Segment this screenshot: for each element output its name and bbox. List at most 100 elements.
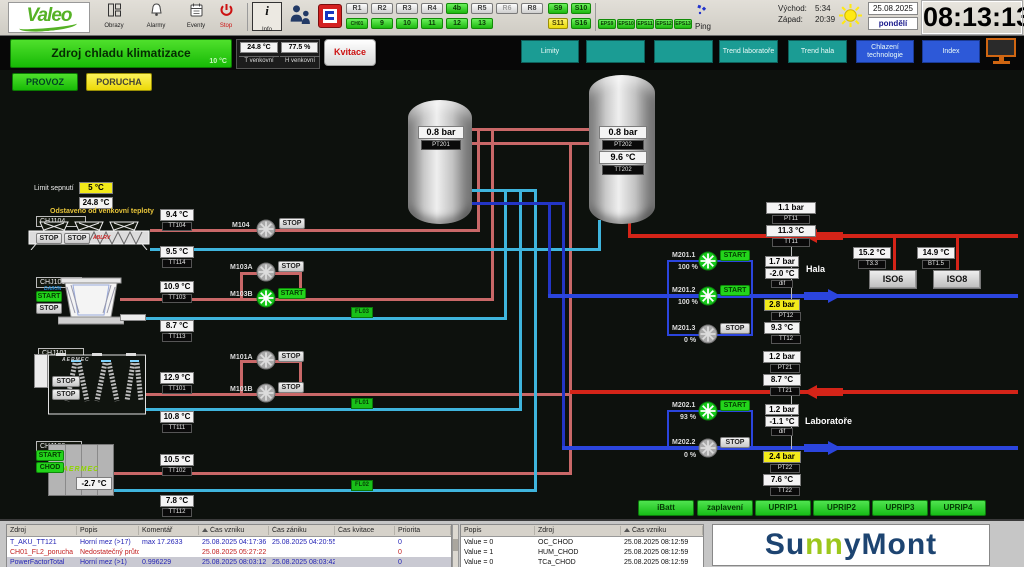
uprip4-button[interactable]: UPRIP4 [930, 500, 986, 516]
outdoor-humidity-value: 77.5 % [281, 42, 318, 53]
app-logo-icon[interactable] [318, 4, 342, 28]
col-popis[interactable]: Popis [77, 526, 139, 535]
info-button[interactable]: i Info [252, 2, 282, 31]
r-button-r4[interactable]: R4 [421, 3, 443, 14]
r-button-4b[interactable]: 4b [446, 3, 468, 14]
eps-button-10[interactable]: EPS10 [617, 19, 635, 29]
r-button-r1[interactable]: R1 [346, 3, 368, 14]
fl03-flow-switch: FL03 [351, 307, 373, 318]
event-row[interactable]: Value = 0TCa_CHOD25.08.2025 08:12:59 [461, 557, 703, 567]
chj104-stop-button-2: STOP [64, 233, 90, 244]
tt21-value: 8.7 °C [763, 374, 801, 386]
col-ev-popis[interactable]: Popis [461, 526, 535, 535]
m201-3-label: M201.3 [672, 325, 698, 333]
col-kvitace[interactable]: Čas kvitace [335, 526, 395, 535]
m201-1-pump[interactable] [698, 251, 718, 271]
s-button-s11[interactable]: S11 [548, 18, 568, 29]
pipe-iso6-branch [893, 238, 896, 271]
sunnymont-logo: SunnyMont [712, 524, 990, 566]
tt111-value: 10.8 °C [160, 411, 194, 423]
nav-trend-laboratore-button[interactable]: Trend laboratoře [719, 40, 778, 63]
monitor-icon[interactable] [986, 38, 1016, 57]
sunset-time: 20:39 [815, 15, 835, 25]
nav-blank-button-2[interactable] [654, 40, 713, 63]
r-button-r6[interactable]: R6 [496, 3, 518, 14]
pt21-tag: PT21 [770, 364, 800, 373]
provoz-lamp: PROVOZ [12, 73, 78, 91]
col-vznik[interactable]: Čas vzniku [199, 526, 269, 535]
menu-eventy[interactable]: Eventy [178, 2, 214, 32]
r-button-r8[interactable]: R8 [521, 3, 543, 14]
scrollbar-thumb[interactable] [453, 539, 458, 551]
uprip1-button[interactable]: UPRIP1 [755, 500, 811, 516]
users-icon[interactable] [286, 3, 314, 31]
uprip3-button[interactable]: UPRIP3 [872, 500, 928, 516]
ping-button[interactable]: Ping [688, 3, 718, 31]
r-button-r2[interactable]: R2 [371, 3, 393, 14]
m104-pump[interactable] [256, 219, 276, 239]
iso8-button[interactable]: ISO8 [933, 270, 981, 289]
logo-part-3: yMont [844, 528, 937, 561]
eps-button-9[interactable]: EPS9 [598, 19, 616, 29]
uprip2-button[interactable]: UPRIP2 [813, 500, 870, 516]
r-button-r5[interactable]: R5 [471, 3, 493, 14]
r-button-11[interactable]: 11 [421, 18, 443, 29]
tt22-tag: TT22 [770, 487, 800, 496]
m103b-pump[interactable] [256, 288, 276, 308]
alarm-row[interactable]: CH01_FL2_poruchaNedostatečný průtok...25… [7, 547, 451, 557]
r-button-12[interactable]: 12 [446, 18, 468, 29]
menu-alarmy[interactable]: Alarmy [138, 2, 174, 32]
s-button-s16[interactable]: S16 [571, 18, 591, 29]
chj103-tower[interactable] [58, 277, 124, 325]
m202-1-pump[interactable] [698, 401, 718, 421]
r-button-13[interactable]: 13 [471, 18, 493, 29]
tt12-tag: TT12 [771, 335, 801, 344]
eps-button-12[interactable]: EPS12 [655, 19, 673, 29]
nav-chlazeni-technologie-button[interactable]: Chlazení technologie [856, 40, 914, 63]
col-ev-vznik[interactable]: Čas vzniku [621, 526, 703, 535]
menu-stop[interactable]: Stop [212, 2, 240, 32]
bt15-value: 14.9 °C [917, 247, 955, 259]
calendar-icon [188, 2, 205, 18]
col-zdroj[interactable]: Zdroj [7, 526, 77, 535]
m202-2-pump[interactable] [698, 438, 718, 458]
event-row[interactable]: Value = 0OC_CHOD25.08.2025 08:12:59 [461, 537, 703, 547]
col-priorita[interactable]: Priorita [395, 526, 451, 535]
nav-trend-hala-button[interactable]: Trend hala [788, 40, 847, 63]
event-table-header[interactable]: Popis Zdroj Čas vzniku [461, 525, 703, 537]
alarm-table-header[interactable]: Zdroj Popis Komentář Čas vzniku Čas záni… [7, 525, 451, 537]
chj101-stop-button-1: STOP [52, 376, 80, 387]
m103a-pump[interactable] [256, 262, 276, 282]
m101a-pump[interactable] [256, 350, 276, 370]
s-button-s9[interactable]: S9 [548, 3, 568, 14]
iso6-button[interactable]: ISO6 [869, 270, 917, 289]
alarm-scrollbar[interactable] [452, 524, 459, 567]
ibatt-button[interactable]: iBatt [638, 500, 694, 516]
sort-asc-icon [202, 528, 208, 532]
nav-limity-button[interactable]: Limity [521, 40, 579, 63]
alarm-row-selected[interactable]: PowerFactorTotalHorní mez (>1)0.99622925… [7, 557, 451, 567]
col-zanik[interactable]: Čas zániku [269, 526, 335, 535]
col-komentar[interactable]: Komentář [139, 526, 199, 535]
eps-button-11[interactable]: EPS11 [636, 19, 654, 29]
outdoor-humidity-label: H venkovní [280, 56, 320, 65]
r-button-10[interactable]: 10 [396, 18, 418, 29]
nav-blank-button-1[interactable] [586, 40, 645, 63]
zaplaveni-button[interactable]: zaplavení [697, 500, 753, 516]
event-row[interactable]: Value = 1HUM_CHOD25.08.2025 08:12:59 [461, 547, 703, 557]
m201-3-pump[interactable] [698, 324, 718, 344]
r-button-ch01[interactable]: CH01 [346, 18, 368, 29]
topbar: Valeo Obrazy Alarmy Eventy Stop i Info [0, 0, 1024, 36]
col-ev-zdroj[interactable]: Zdroj [535, 526, 621, 535]
r-button-9[interactable]: 9 [371, 18, 393, 29]
s-button-s10[interactable]: S10 [571, 3, 591, 14]
pipe-cold-chj102 [114, 489, 537, 492]
r-button-r3[interactable]: R3 [396, 3, 418, 14]
m201-2-pump[interactable] [698, 286, 718, 306]
nav-index-button[interactable]: Index [922, 40, 980, 63]
tt102-value: 10.5 °C [160, 454, 194, 466]
menu-obrazy[interactable]: Obrazy [96, 2, 132, 32]
m101b-pump[interactable] [256, 383, 276, 403]
kvitace-button[interactable]: Kvitace [324, 39, 376, 66]
alarm-row[interactable]: T_AKU_TT121Horní mez (>17)max 17.263325.… [7, 537, 451, 547]
